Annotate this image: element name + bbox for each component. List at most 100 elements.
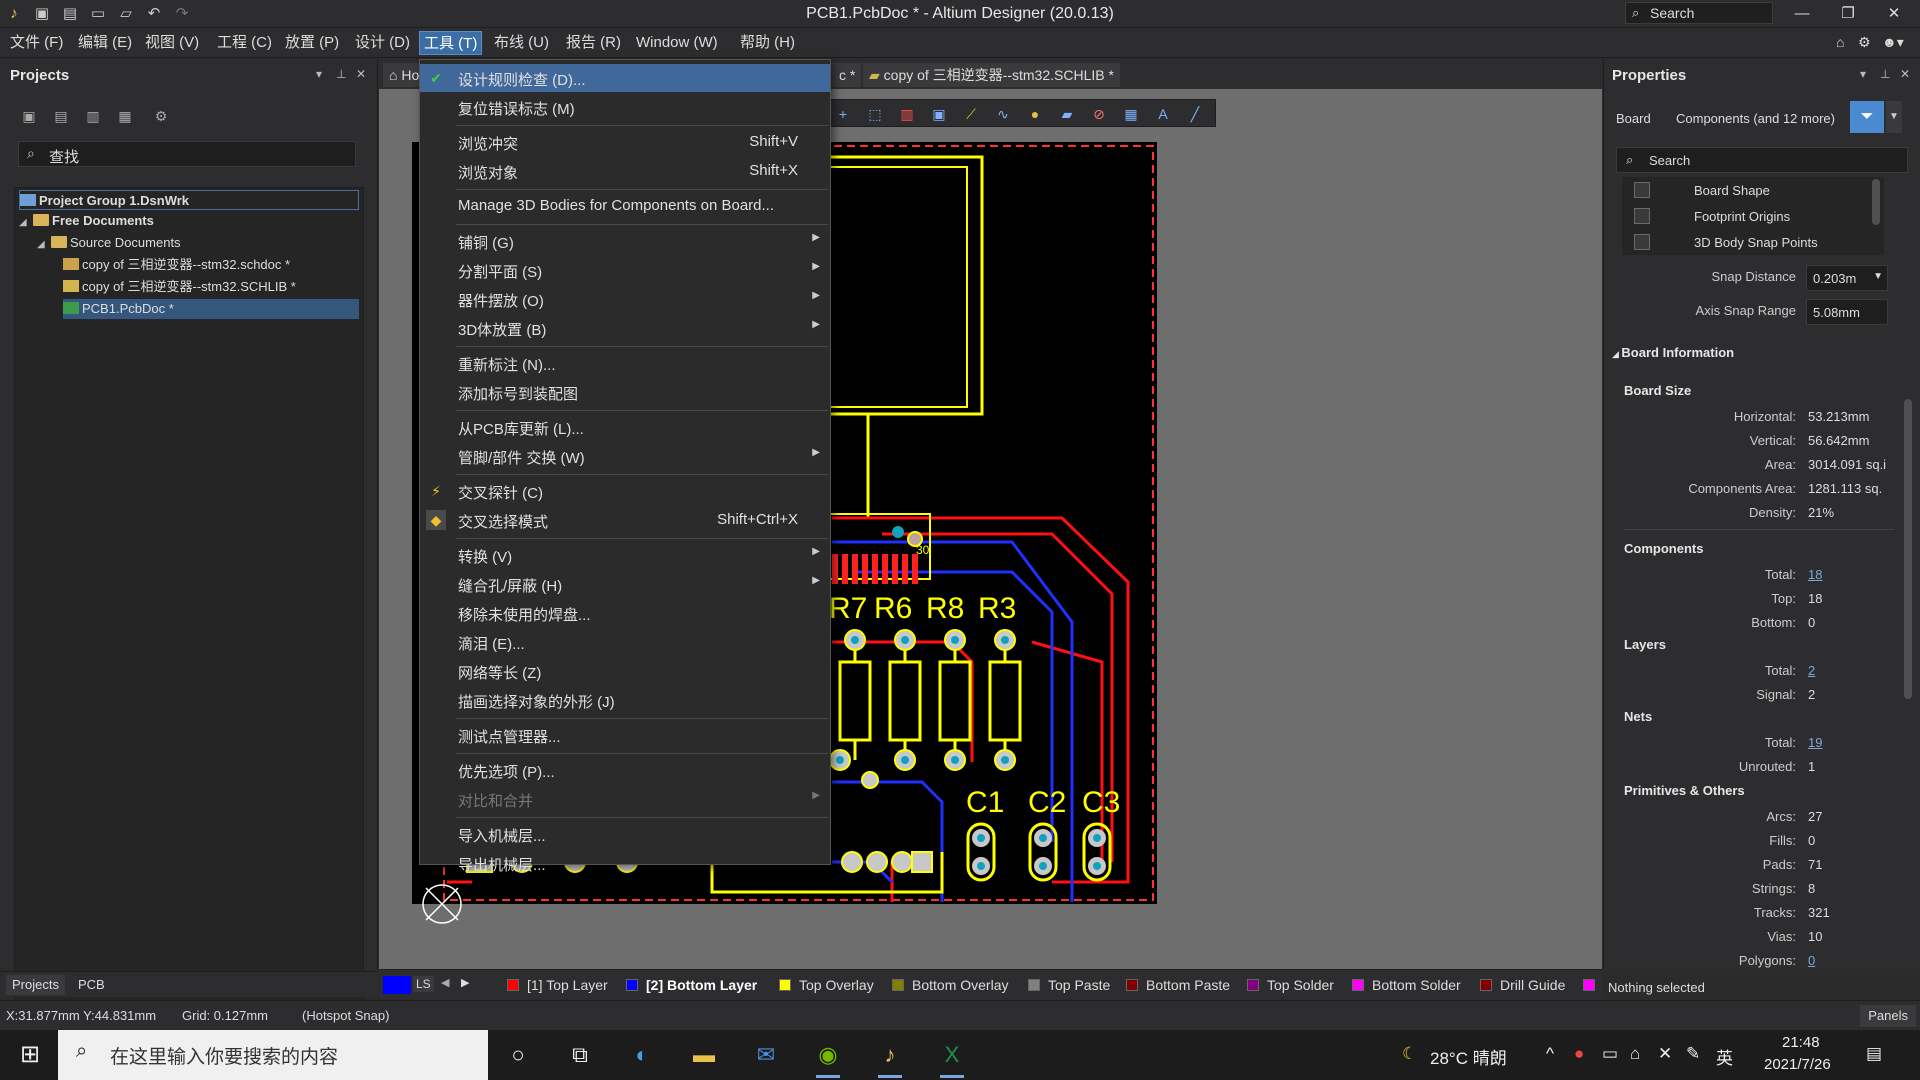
menu-view[interactable]: 视图 (V) (141, 31, 203, 55)
axis-snap-field[interactable]: 5.08mm (1806, 299, 1888, 325)
tab-schdoc[interactable]: c * (827, 63, 862, 87)
tools-menu-item[interactable]: 滴泪 (E)... (420, 628, 830, 656)
layer-tab-drill-guide[interactable]: Drill Guide (1480, 975, 1565, 995)
tools-menu-item[interactable]: 铺铜 (G) ▶ (420, 227, 830, 255)
place-line-icon[interactable]: ╱ (1185, 104, 1205, 124)
close-window-button[interactable]: ✕ (1874, 2, 1914, 26)
tools-menu-item[interactable]: 从PCB库更新 (L)... (420, 413, 830, 441)
notification-icon[interactable]: ▤ (1866, 1044, 1882, 1064)
tools-menu-item[interactable]: 分割平面 (S) ▶ (420, 256, 830, 284)
scope-board[interactable]: Board (1616, 111, 1651, 126)
edge-browser-icon[interactable]: ◐ (624, 1038, 660, 1072)
polygon-pour-icon[interactable]: ▰ (1057, 104, 1077, 124)
polygons-link[interactable]: 0 (1808, 953, 1815, 968)
tools-menu-item[interactable]: 导出机械层... (420, 849, 830, 877)
tools-menu-item[interactable]: 管脚/部件 交换 (W) ▶ (420, 442, 830, 470)
panel-menu-icon[interactable]: ▾ (316, 67, 322, 81)
home-icon[interactable]: ⌂ (1836, 34, 1844, 50)
align-icon[interactable]: ▥ (897, 104, 917, 124)
tools-menu-item[interactable]: 网络等长 (Z) (420, 657, 830, 685)
3d-body-snap-checkbox[interactable] (1634, 234, 1650, 250)
layers-total-link[interactable]: 2 (1808, 663, 1815, 678)
compile-icon[interactable]: ▤ (50, 105, 72, 127)
tools-menu-item[interactable]: 优先选项 (P)... (420, 756, 830, 784)
tools-menu-item[interactable]: 重新标注 (N)... (420, 349, 830, 377)
menu-tools[interactable]: 工具 (T) (419, 31, 483, 55)
scroll-left-icon[interactable]: ◀ (441, 976, 449, 989)
layer-tab-top[interactable]: [1] Top Layer (507, 975, 608, 995)
place-via-icon[interactable]: ● (1025, 104, 1045, 124)
maximize-button[interactable]: ❐ (1828, 2, 1868, 26)
layer-set-button[interactable]: LS (413, 976, 434, 992)
footprint-origins-checkbox[interactable] (1634, 208, 1650, 224)
tools-menu-item[interactable]: Manage 3D Bodies for Components on Board… (420, 192, 830, 220)
save-all-icon[interactable]: ▤ (60, 4, 80, 24)
snap-distance-field[interactable]: 0.203m ▼ (1806, 265, 1888, 291)
layer-tab-bottom-overlay[interactable]: Bottom Overlay (892, 975, 1008, 995)
weather-text[interactable]: 28°C 晴朗 (1430, 1044, 1507, 1069)
tree-item-pcbdoc[interactable]: PCB1.PcbDoc * (63, 299, 359, 319)
collapse-arrow-icon[interactable]: ◢ (37, 235, 51, 255)
place-string-icon[interactable]: A (1153, 104, 1173, 124)
tab-projects[interactable]: Projects (6, 975, 65, 995)
tools-menu-item[interactable]: ⚡ 交叉探针 (C) (420, 477, 830, 505)
board-shape-checkbox[interactable] (1634, 182, 1650, 198)
layer-tab-top-overlay[interactable]: Top Overlay (779, 975, 874, 995)
tools-menu-item[interactable]: 浏览对象 Shift+X (420, 157, 830, 185)
diff-pair-icon[interactable]: ∿ (993, 104, 1013, 124)
project-options-icon[interactable]: ▥ (82, 105, 104, 127)
tools-menu-item[interactable]: ✔ 设计规则检查 (D)... (420, 64, 830, 92)
layer-tab-top-paste[interactable]: Top Paste (1028, 975, 1110, 995)
board-information-header[interactable]: ◢ Board Information (1612, 345, 1734, 360)
close-panel-icon[interactable]: ✕ (1900, 67, 1910, 81)
undo-icon[interactable]: ↶ (144, 4, 164, 24)
current-layer-swatch[interactable] (383, 976, 411, 994)
user-account-icon[interactable]: ☻▾ (1882, 34, 1904, 51)
menu-place[interactable]: 放置 (P) (281, 31, 343, 55)
panels-button[interactable]: Panels (1860, 1005, 1916, 1027)
file-explorer-icon[interactable]: ▬ (686, 1038, 722, 1072)
layer-tab-bottom-solder[interactable]: Bottom Solder (1352, 975, 1461, 995)
menu-design[interactable]: 设计 (D) (351, 31, 414, 55)
scroll-right-icon[interactable]: ▶ (461, 976, 469, 989)
gear-icon[interactable]: ⚙ (1858, 34, 1871, 51)
place-component-icon[interactable]: ▣ (929, 104, 949, 124)
tray-chevron-up-icon[interactable]: ^ (1546, 1044, 1554, 1064)
tree-item-free-documents[interactable]: ◢ Free Documents (19, 211, 154, 231)
taskbar-search-input[interactable]: ⌕ 在这里输入你要搜索的内容 (58, 1030, 488, 1080)
network-icon[interactable]: ⌂ (1630, 1044, 1640, 1064)
menu-route[interactable]: 布线 (U) (490, 31, 553, 55)
settings-gear-icon[interactable]: ⚙ (150, 105, 172, 127)
menu-file[interactable]: 文件 (F) (6, 31, 67, 55)
menu-help[interactable]: 帮助 (H) (736, 31, 799, 55)
filter-dropdown-icon[interactable]: ▼ (1886, 101, 1902, 133)
select-rect-icon[interactable]: ⬚ (865, 104, 885, 124)
mail-icon[interactable]: ✉ (748, 1038, 784, 1072)
cortana-icon[interactable]: ○ (500, 1038, 536, 1072)
tools-menu-item[interactable]: 3D体放置 (B) ▶ (420, 314, 830, 342)
ime-indicator[interactable]: 英 (1716, 1044, 1733, 1069)
tree-item-project-group[interactable]: Project Group 1.DsnWrk (19, 190, 359, 210)
tools-menu-item[interactable]: 器件摆放 (O) ▶ (420, 285, 830, 313)
nets-total-link[interactable]: 19 (1808, 735, 1822, 750)
volume-muted-icon[interactable]: ✕ (1658, 1044, 1672, 1064)
tools-menu-item[interactable]: 测试点管理器... (420, 721, 830, 749)
clock-time[interactable]: 21:48 (1782, 1034, 1820, 1051)
task-view-icon[interactable]: ⧉ (562, 1038, 598, 1072)
battery-icon[interactable]: ▭ (1602, 1044, 1618, 1064)
open-folder-icon[interactable]: ▭ (88, 4, 108, 24)
properties-scrollbar[interactable] (1904, 399, 1912, 699)
menu-window[interactable]: Window (W) (632, 31, 722, 55)
tools-menu-item[interactable]: 描画选择对象的外形 (J) (420, 686, 830, 714)
layer-tab-bottom-paste[interactable]: Bottom Paste (1126, 975, 1230, 995)
close-panel-icon[interactable]: ✕ (356, 67, 366, 81)
menu-project[interactable]: 工程 (C) (213, 31, 276, 55)
dimension-icon[interactable]: ▦ (1121, 104, 1141, 124)
panel-menu-icon[interactable]: ▾ (1860, 67, 1866, 81)
redo-icon[interactable]: ↷ (172, 4, 192, 24)
open-project-icon[interactable]: ▱ (116, 4, 136, 24)
altium-designer-icon[interactable]: ♪ (872, 1038, 908, 1078)
tray-app-icon[interactable]: ● (1574, 1044, 1584, 1064)
filter-icon[interactable]: ⏷ (1850, 101, 1884, 133)
keepout-icon[interactable]: ⊘ (1089, 104, 1109, 124)
